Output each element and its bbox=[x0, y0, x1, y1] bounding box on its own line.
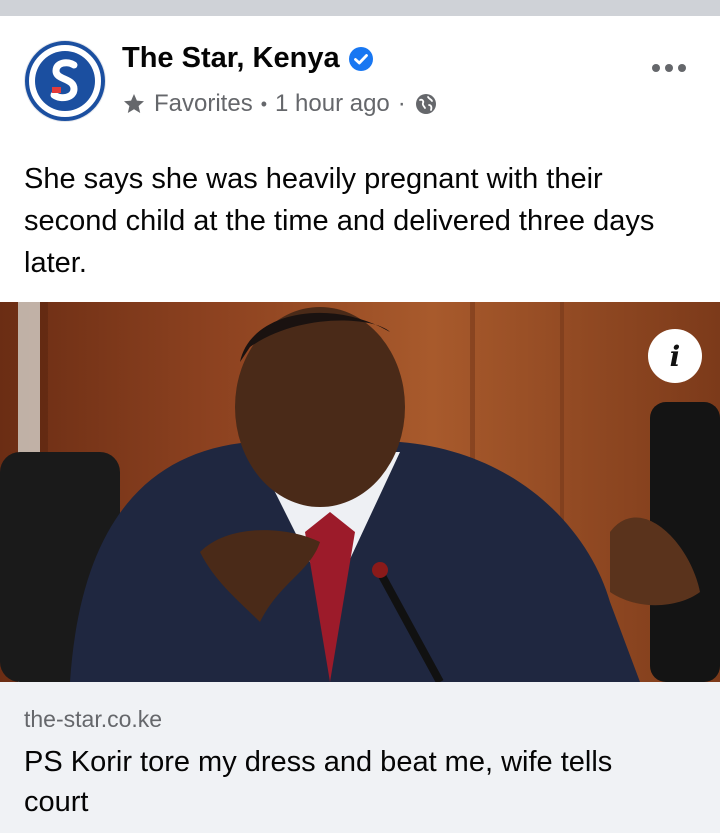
page-avatar[interactable] bbox=[24, 40, 106, 122]
link-preview[interactable]: the-star.co.ke PS Korir tore my dress an… bbox=[0, 682, 720, 833]
more-dot bbox=[665, 64, 673, 72]
post-timestamp[interactable]: 1 hour ago bbox=[275, 90, 390, 118]
more-dot bbox=[678, 64, 686, 72]
post-message: She says she was heavily pregnant with t… bbox=[24, 163, 655, 279]
the-star-logo-icon bbox=[25, 41, 105, 121]
post-meta: Favorites • 1 hour ago · bbox=[122, 90, 438, 118]
meta-separator: • bbox=[260, 93, 268, 114]
feed-post: The Star, Kenya Favorites • 1 hour ago ·… bbox=[0, 16, 720, 833]
page-name[interactable]: The Star, Kenya bbox=[122, 42, 374, 75]
photo-image bbox=[0, 302, 720, 682]
post-photo[interactable]: i bbox=[0, 302, 720, 682]
audience-label[interactable]: Favorites bbox=[154, 90, 253, 118]
globe-icon[interactable] bbox=[414, 92, 438, 116]
star-icon bbox=[124, 94, 144, 113]
link-domain: the-star.co.ke bbox=[24, 706, 163, 732]
page-name-text[interactable]: The Star, Kenya bbox=[122, 42, 340, 75]
meta-separator-2: · bbox=[397, 90, 406, 117]
more-dot bbox=[652, 64, 660, 72]
link-headline[interactable]: PS Korir tore my dress and beat me, wife… bbox=[24, 742, 684, 822]
more-options-icon[interactable] bbox=[652, 58, 692, 78]
top-bar bbox=[0, 0, 720, 16]
verified-badge-icon bbox=[348, 46, 373, 71]
info-icon[interactable]: i bbox=[648, 329, 702, 383]
